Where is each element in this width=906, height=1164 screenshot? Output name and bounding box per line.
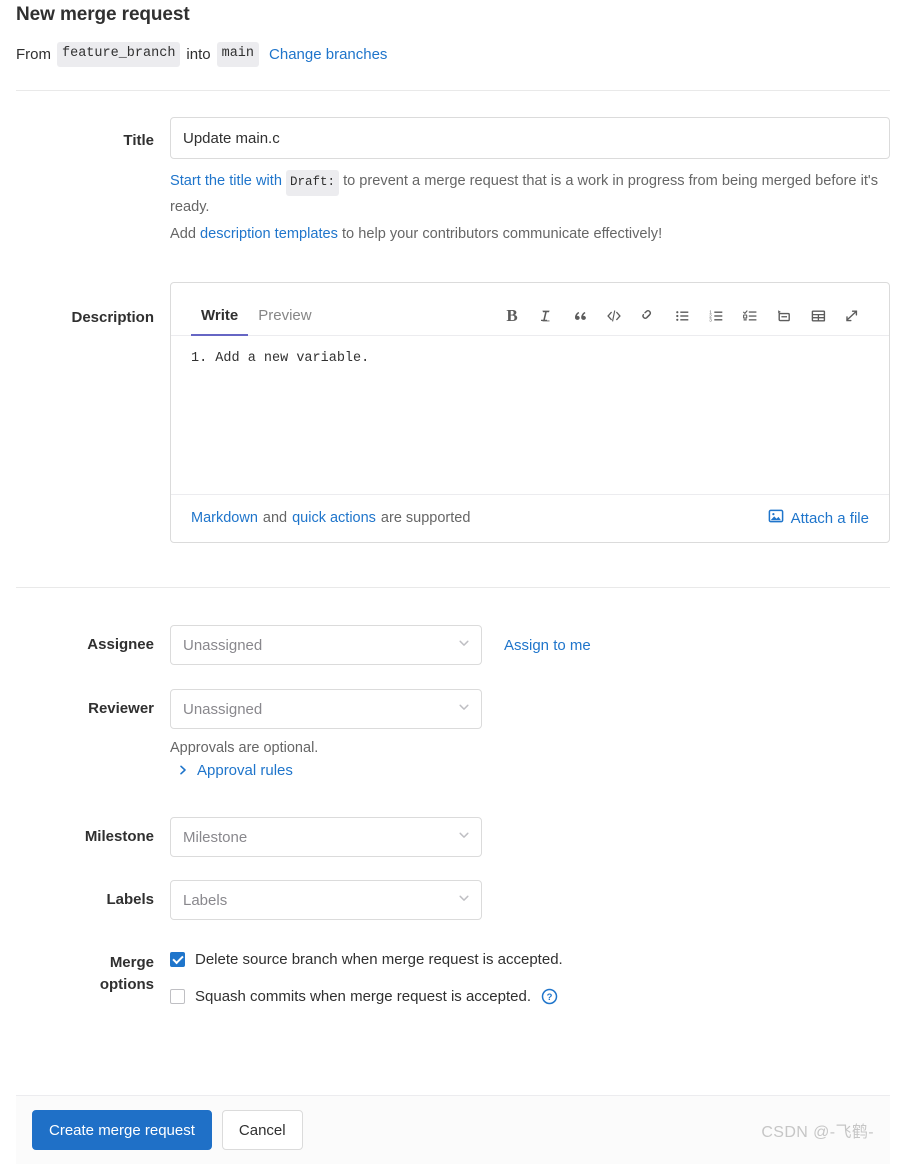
milestone-label: Milestone [84,828,154,845]
title-hint: Start the title with Draft: to prevent a… [170,170,892,219]
draft-hint-link[interactable]: Start the title with [170,173,282,189]
merge-options-row: Merge options Delete source branch when … [0,951,906,1005]
description-templates-link[interactable]: description templates [200,226,338,242]
supported-text: are supported [380,510,471,526]
assignee-label: Assignee [87,636,154,653]
source-branch-pill: feature_branch [57,42,181,67]
link-icon[interactable] [631,303,665,329]
reviewer-row: Reviewer Unassigned Approvals are option… [0,689,906,779]
change-branches-link[interactable]: Change branches [269,45,387,65]
labels-select-wrap: Labels [170,880,482,920]
create-merge-request-button[interactable]: Create merge request [32,1110,212,1150]
image-icon [768,508,784,528]
bold-icon[interactable]: B [495,303,529,329]
tab-write[interactable]: Write [191,307,249,336]
quick-actions-link[interactable]: quick actions [292,510,376,526]
and-word: and [262,510,288,526]
templates-hint: Add description templates to help your c… [170,223,892,246]
merge-options-label-line2: options [99,976,154,993]
section-divider [16,587,890,588]
bullet-list-icon[interactable] [665,303,699,329]
description-textarea[interactable]: 1. Add a new variable. [171,336,889,494]
labels-row: Labels Labels [0,880,906,920]
reviewer-label: Reviewer [88,700,154,717]
assign-to-me-link[interactable]: Assign to me [504,637,591,654]
target-branch-pill: main [216,42,260,67]
page-title: New merge request [16,4,190,25]
squash-commits-checkbox[interactable] [170,989,185,1004]
cancel-button[interactable]: Cancel [221,1110,303,1150]
title-row: Title Start the title with Draft: to pre… [0,117,906,246]
task-list-icon[interactable] [733,303,767,329]
delete-source-branch-checkbox[interactable] [170,952,185,967]
templates-prefix: Add [170,226,196,242]
italic-icon[interactable] [529,303,563,329]
squash-commits-label: Squash commits when merge request is acc… [195,988,531,1005]
merge-options-label: Merge options [16,951,170,996]
milestone-select[interactable]: Milestone [170,817,482,857]
milestone-select-wrap: Milestone [170,817,482,857]
attach-a-file-button[interactable]: Attach a file [768,508,869,528]
into-word: into [186,45,211,63]
form-footer: Create merge request Cancel CSDN @-飞鹤- [16,1095,890,1164]
reviewer-select-wrap: Unassigned [170,689,482,729]
svg-text:3: 3 [709,318,712,323]
title-input[interactable] [170,117,890,159]
markdown-link[interactable]: Markdown [191,510,258,526]
approvals-note: Approvals are optional. [170,740,319,756]
approval-rules-toggle[interactable]: Approval rules [170,762,890,779]
title-label: Title [123,132,154,149]
assignee-select-wrap: Unassigned [170,625,482,665]
svg-text:?: ? [547,992,553,1003]
reviewer-select[interactable]: Unassigned [170,689,482,729]
tab-preview[interactable]: Preview [248,307,321,335]
templates-suffix: to help your contributors communicate ef… [342,226,663,242]
squash-commits-option: Squash commits when merge request is acc… [170,988,890,1005]
description-editor: Write Preview B 1 2 3 1. Add a new varia… [170,282,890,543]
new-merge-request-page: New merge request From feature_branch in… [0,0,906,1164]
labels-label: Labels [106,891,154,908]
description-label: Description [71,309,154,326]
help-icon[interactable]: ? [541,988,558,1005]
editor-tabs: Write Preview [191,307,322,336]
numbered-list-icon[interactable]: 1 2 3 [699,303,733,329]
assignee-select[interactable]: Unassigned [170,625,482,665]
approval-rules-label: Approval rules [197,762,293,779]
delete-source-branch-label: Delete source branch when merge request … [195,951,563,968]
draft-code-pill: Draft: [286,170,340,196]
header-divider [16,90,890,91]
assignee-row: Assignee Unassigned Assign to me [0,625,906,665]
editor-footer: Markdown and quick actions are supported [171,494,889,542]
editor-toolbar-bar: Write Preview B 1 2 3 [171,283,889,336]
from-word: From [16,45,51,63]
code-icon[interactable] [597,303,631,329]
milestone-row: Milestone Milestone [0,817,906,857]
branch-summary: From feature_branch into main Change bra… [16,42,890,67]
quote-icon[interactable] [563,303,597,329]
fullscreen-icon[interactable] [835,303,869,329]
watermark: CSDN @-飞鹤- [761,1124,874,1141]
editor-toolbar: B 1 2 3 [495,303,869,335]
chevron-right-icon [178,764,188,778]
labels-select[interactable]: Labels [170,880,482,920]
description-row: Description Write Preview B 1 2 3 1. Add… [0,282,906,543]
attach-a-file-label: Attach a file [790,509,869,527]
collapsible-section-icon[interactable] [767,303,801,329]
merge-options-label-line1: Merge [109,954,154,971]
delete-source-branch-option: Delete source branch when merge request … [170,951,890,968]
page-header: New merge request From feature_branch in… [0,0,906,67]
table-icon[interactable] [801,303,835,329]
